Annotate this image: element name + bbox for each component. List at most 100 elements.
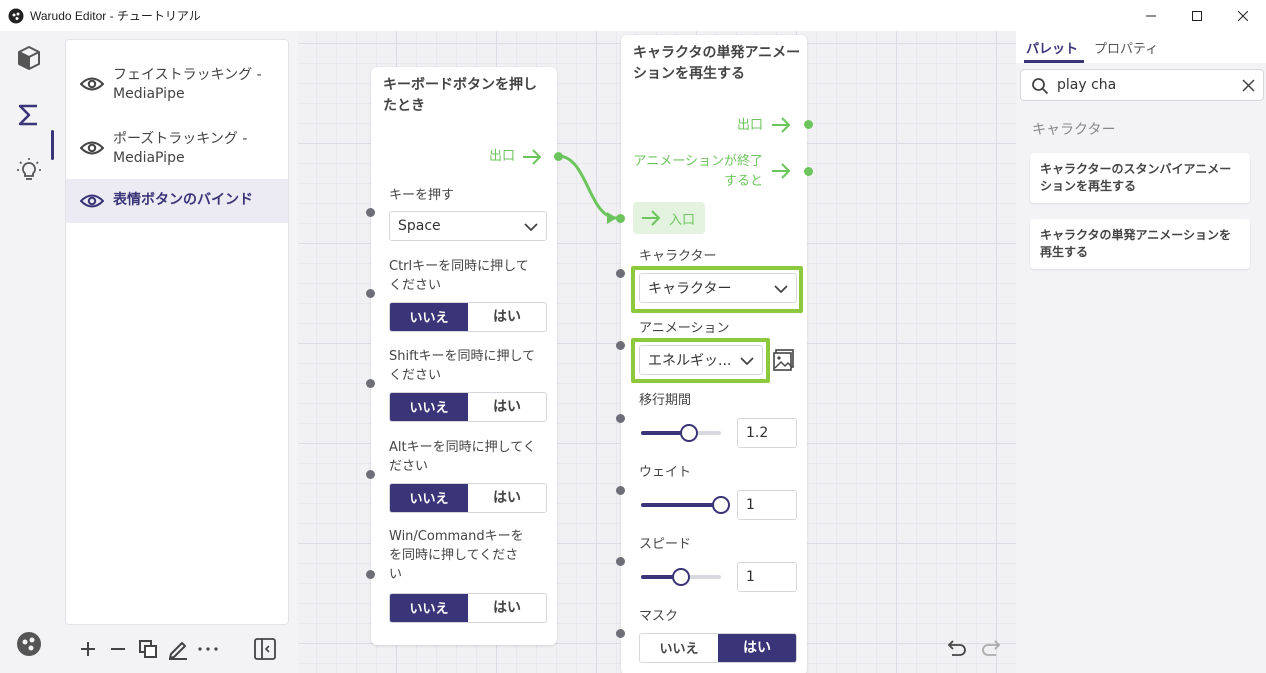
speed-slider-knob[interactable] [672, 568, 690, 586]
win-input-port[interactable] [366, 570, 375, 579]
blueprints-button[interactable] [12, 98, 46, 132]
warudo-menu-button[interactable] [12, 627, 46, 661]
activity-bar [0, 31, 58, 673]
pencil-icon [169, 642, 187, 660]
minimize-icon [1146, 15, 1156, 16]
minimize-button[interactable] [1128, 0, 1174, 31]
weight-input[interactable]: 1 [737, 490, 797, 520]
palette-node-item[interactable]: キャラクターのスタンバイアニメーションを再生する [1030, 153, 1250, 203]
exit-port[interactable] [554, 152, 563, 161]
blueprint-item-label: ポーズトラッキング - MediaPipe [113, 131, 248, 166]
palette-category: キャラクター [1032, 122, 1116, 138]
character-select[interactable]: キャラクター [639, 273, 797, 303]
node-play-one-shot-animation[interactable]: キャラクタの単発アニメーションを再生する 出口 アニメーションが終了すると 入口… [616, 35, 813, 673]
animation-input-port[interactable] [616, 341, 625, 350]
anim-end-label: アニメーションが終了すると [633, 154, 763, 189]
node-title: キーボードボタンを押したとき [383, 77, 537, 114]
active-tab-underline [1024, 60, 1084, 63]
shift-input-port[interactable] [366, 379, 375, 388]
assets-button[interactable] [12, 41, 46, 75]
alt-input-port[interactable] [366, 470, 375, 479]
toggle-panel-button[interactable] [253, 637, 277, 661]
mask-toggle[interactable]: いいえ はい [639, 633, 797, 663]
close-button[interactable] [1220, 0, 1266, 31]
arrow-right-icon [523, 149, 542, 165]
weight-input-port[interactable] [616, 486, 625, 495]
eye-icon[interactable] [80, 140, 104, 156]
sidebar-collapse-icon [254, 638, 276, 660]
eye-icon[interactable] [80, 193, 104, 209]
search-input[interactable]: play cha [1057, 77, 1116, 93]
transition-input-port[interactable] [616, 414, 625, 423]
node-title: キャラクタの単発アニメーションを再生する [633, 45, 801, 82]
blueprint-item-face-tracking[interactable]: フェイストラッキング - MediaPipe [66, 54, 288, 114]
toggle-no[interactable]: いいえ [390, 393, 468, 421]
transition-input[interactable]: 1.2 [737, 418, 797, 448]
plugins-button[interactable] [12, 153, 46, 187]
weight-slider-fill [641, 503, 721, 507]
toggle-yes[interactable]: はい [468, 393, 546, 421]
exit-port[interactable] [804, 120, 813, 129]
win-toggle[interactable]: いいえ はい [389, 593, 547, 623]
blueprint-item-expression-binding[interactable]: 表情ボタンのバインド [66, 179, 288, 223]
speed-label: スピード [639, 537, 692, 552]
toggle-no[interactable]: いいえ [390, 484, 468, 512]
blueprint-item-label: フェイストラッキング - MediaPipe [113, 67, 262, 102]
copy-icon [139, 640, 157, 658]
blueprint-item-pose-tracking[interactable]: ポーズトラッキング - MediaPipe [66, 118, 288, 178]
animation-select[interactable]: エネルギッ... [639, 345, 763, 375]
tab-properties[interactable]: プロパティ [1094, 38, 1158, 57]
ctrl-toggle[interactable]: いいえ はい [389, 302, 547, 332]
character-select-value: キャラクター [648, 281, 732, 297]
chevron-down-icon [524, 223, 538, 232]
maximize-icon [1192, 10, 1202, 21]
undo-icon[interactable] [946, 637, 968, 659]
anim-end-port[interactable] [804, 167, 813, 176]
entry-port[interactable] [616, 214, 625, 223]
duplicate-blueprint-button[interactable] [136, 637, 160, 661]
palette-search[interactable]: play cha [1020, 69, 1264, 101]
tab-palette[interactable]: パレット [1026, 38, 1078, 57]
transition-slider-knob[interactable] [680, 424, 698, 442]
node-keyboard-press[interactable]: キーボードボタンを押したとき 出口 キーを押す Space Ctrlキーを同時に… [366, 67, 563, 645]
more-options-button[interactable] [196, 637, 220, 661]
weight-label: ウェイト [639, 465, 692, 480]
toggle-no[interactable]: いいえ [390, 594, 468, 622]
speed-input[interactable]: 1 [737, 562, 797, 592]
rename-blueprint-button[interactable] [166, 637, 190, 661]
ctrl-input-port[interactable] [366, 289, 375, 298]
redo-icon[interactable] [980, 637, 1002, 659]
remove-blueprint-button[interactable] [106, 637, 130, 661]
shift-toggle[interactable]: いいえ はい [389, 392, 547, 422]
animation-preview-icon[interactable] [773, 349, 795, 371]
palette-node-item[interactable]: キャラクタの単発アニメーションを再生する [1030, 219, 1250, 269]
cube-icon [18, 46, 40, 70]
chevron-down-icon [774, 285, 788, 294]
shift-label: Shiftキーを同時に押してください [389, 349, 536, 383]
palette-panel: パレット プロパティ play cha キャラクター キャラクターのスタンバイア… [1016, 31, 1266, 673]
toggle-yes[interactable]: はい [468, 594, 546, 622]
key-select[interactable]: Space [389, 211, 547, 241]
close-icon [1238, 10, 1248, 21]
weight-value: 1 [746, 497, 755, 513]
key-input-port[interactable] [366, 208, 375, 217]
weight-slider-knob[interactable] [712, 496, 730, 514]
toggle-no[interactable]: いいえ [390, 303, 468, 331]
character-label: キャラクター [639, 249, 717, 264]
toggle-yes[interactable]: はい [468, 303, 546, 331]
key-select-value: Space [398, 218, 441, 234]
character-input-port[interactable] [616, 269, 625, 278]
toggle-yes[interactable]: はい [468, 484, 546, 512]
eye-icon[interactable] [80, 76, 104, 92]
exit-label: 出口 [488, 149, 515, 164]
toggle-no[interactable]: いいえ [640, 634, 718, 662]
mask-input-port[interactable] [616, 629, 625, 638]
toggle-yes[interactable]: はい [718, 634, 796, 662]
clear-search-icon[interactable] [1242, 79, 1255, 92]
alt-toggle[interactable]: いいえ はい [389, 483, 547, 513]
blueprint-canvas[interactable]: キーボードボタンを押したとき 出口 キーを押す Space Ctrlキーを同時に… [298, 31, 1016, 673]
add-blueprint-button[interactable] [76, 637, 100, 661]
transition-value: 1.2 [746, 425, 769, 441]
maximize-button[interactable] [1174, 0, 1220, 31]
speed-input-port[interactable] [616, 557, 625, 566]
